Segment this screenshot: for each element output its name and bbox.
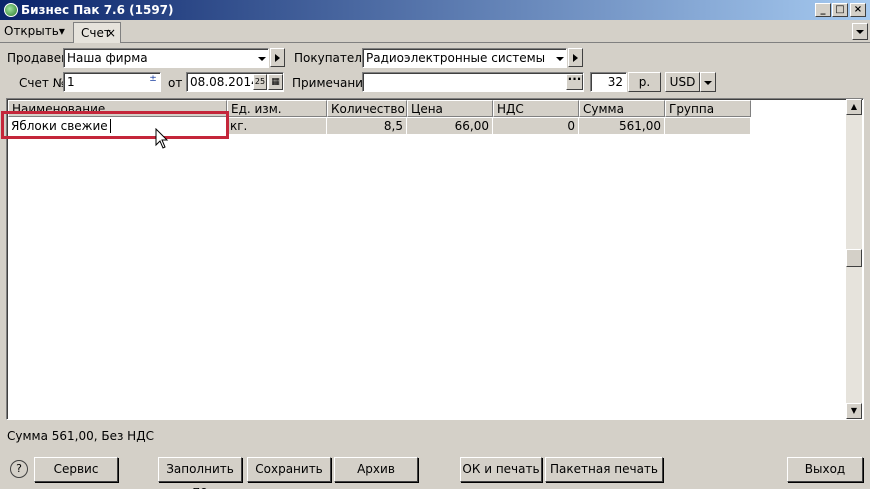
column-header-unit[interactable]: Ед. изм. xyxy=(227,100,327,117)
fill-by-button[interactable]: Заполнить по xyxy=(158,457,242,489)
window-title: Бизнес Пак 7.6 (1597) xyxy=(21,3,174,17)
archive-button[interactable]: Архив xyxy=(334,457,418,482)
maximize-button[interactable]: □ xyxy=(832,3,848,17)
note-ellipsis-button[interactable]: ··· xyxy=(566,73,583,90)
tab-list-dropdown[interactable] xyxy=(852,23,868,40)
open-menu[interactable]: Открыть▾ xyxy=(4,24,65,38)
column-header-price[interactable]: Цена xyxy=(407,100,493,117)
cell-vat[interactable]: 0 xyxy=(493,118,579,135)
arrow-right-icon xyxy=(573,54,578,62)
arrow-right-icon xyxy=(275,54,280,62)
seller-dropdown-button[interactable] xyxy=(255,50,268,66)
column-header-sum[interactable]: Сумма xyxy=(579,100,665,117)
currency-short-button[interactable]: р. xyxy=(628,72,661,92)
note-label: Примечание xyxy=(292,76,371,90)
exit-button[interactable]: Выход xyxy=(787,457,863,482)
calendar-today-icon[interactable]: 25 xyxy=(253,74,267,90)
help-icon[interactable]: ? xyxy=(10,460,28,478)
buyer-open-button[interactable] xyxy=(568,48,583,67)
vertical-scrollbar[interactable]: ▲ ▼ xyxy=(846,99,862,419)
buyer-dropdown-button[interactable] xyxy=(553,50,566,66)
rate-field[interactable]: 32 xyxy=(590,72,627,92)
cell-sum[interactable]: 561,00 xyxy=(579,118,665,135)
column-header-group[interactable]: Группа xyxy=(665,100,751,117)
seller-label: Продавец xyxy=(7,51,70,65)
app-icon xyxy=(4,3,18,17)
calendar-icon[interactable]: ▦ xyxy=(268,74,283,90)
note-field[interactable] xyxy=(362,72,584,92)
minimize-button[interactable]: _ xyxy=(815,3,831,17)
batch-print-button[interactable]: Пакетная печать xyxy=(545,457,663,482)
items-table[interactable]: Наименование Ед. изм. Количество Цена НД… xyxy=(6,98,864,420)
column-header-vat[interactable]: НДС xyxy=(493,100,579,117)
scroll-thumb[interactable] xyxy=(846,249,862,267)
highlight-box xyxy=(1,111,229,139)
service-button[interactable]: Сервис xyxy=(34,457,118,482)
column-header-qty[interactable]: Количество xyxy=(327,100,407,117)
cell-qty[interactable]: 8,5 xyxy=(327,118,407,135)
buyer-label: Покупатель xyxy=(294,51,370,65)
cell-group[interactable] xyxy=(665,118,751,135)
tab-invoice[interactable]: Счет × xyxy=(73,22,121,43)
status-text: Сумма 561,00, Без НДС xyxy=(7,429,154,443)
currency-select[interactable]: USD xyxy=(665,72,700,92)
seller-open-button[interactable] xyxy=(270,48,285,67)
seller-field[interactable]: Наша фирма xyxy=(63,48,269,68)
chevron-down-icon xyxy=(555,57,564,61)
ok-print-button[interactable]: ОК и печать xyxy=(460,457,542,482)
buyer-field[interactable]: Радиоэлектронные системы xyxy=(362,48,567,68)
tab-strip: Открыть▾ Счет × xyxy=(0,20,870,43)
save-button[interactable]: Сохранить xyxy=(247,457,331,482)
tab-close-icon[interactable]: × xyxy=(106,26,116,40)
title-bar: Бизнес Пак 7.6 (1597) _ □ × xyxy=(0,0,870,20)
next-number-icon[interactable]: ± xyxy=(146,74,160,90)
scroll-down-icon[interactable]: ▼ xyxy=(846,403,862,419)
chevron-down-icon xyxy=(856,30,864,34)
cell-unit[interactable]: кг. xyxy=(227,118,327,135)
scroll-up-icon[interactable]: ▲ xyxy=(846,99,862,115)
chevron-down-icon xyxy=(704,81,712,85)
close-button[interactable]: × xyxy=(850,3,866,17)
mouse-cursor-icon xyxy=(155,128,169,149)
cell-price[interactable]: 66,00 xyxy=(407,118,493,135)
date-from-label: от xyxy=(168,76,183,90)
invoice-number-label: Счет № xyxy=(19,76,66,90)
chevron-down-icon xyxy=(257,57,266,61)
currency-dropdown-button[interactable] xyxy=(700,72,716,92)
